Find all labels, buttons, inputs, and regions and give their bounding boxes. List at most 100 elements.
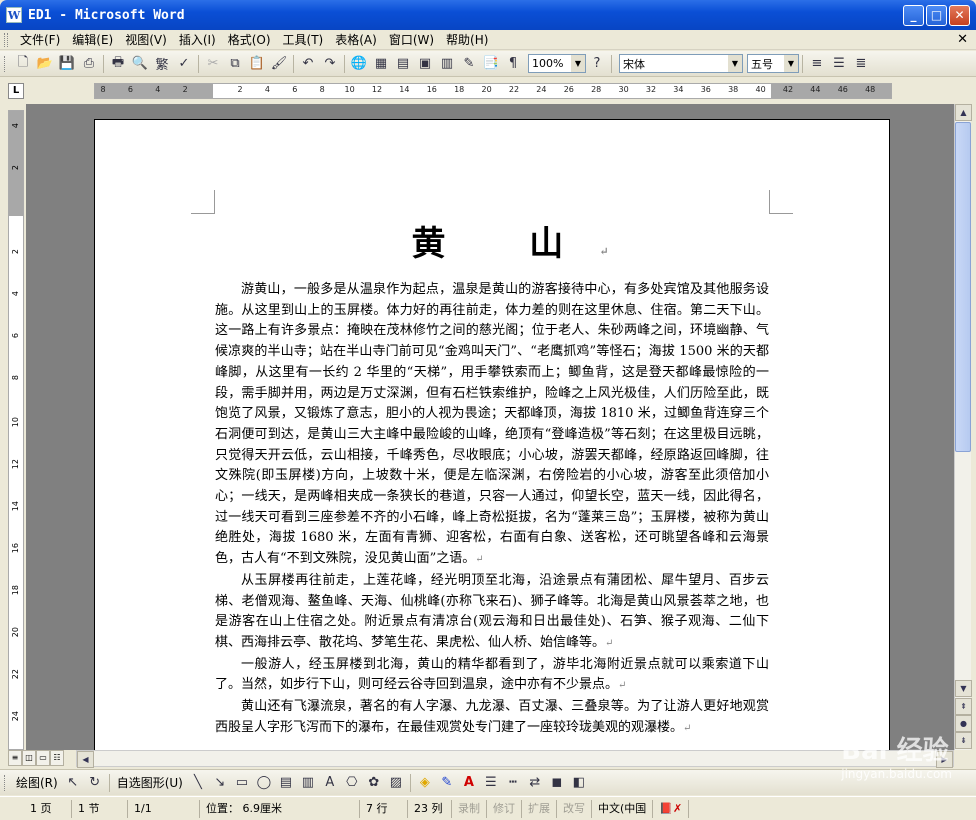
close-document-icon[interactable]: ✕: [957, 32, 968, 47]
horizontal-scrollbar[interactable]: ◀ ▶: [76, 750, 954, 768]
insert-excel-icon[interactable]: ▣: [414, 53, 436, 75]
horizontal-ruler[interactable]: 8 6 4 2 2 4 6 8 10 12 14 16 18 20 22 24 26 28 30 32 34 36 38 40…: [94, 83, 892, 99]
menu-insert[interactable]: 插入(I): [173, 30, 222, 50]
wordart-icon[interactable]: A: [319, 772, 341, 794]
status-language[interactable]: 中文(中国: [592, 799, 654, 818]
menu-edit[interactable]: 编辑(E): [66, 30, 119, 50]
menu-tools[interactable]: 工具(T): [277, 30, 330, 50]
new-document-icon[interactable]: 🗋: [12, 53, 34, 75]
insert-table-icon[interactable]: ▤: [392, 53, 414, 75]
outline-view-icon[interactable]: ☷: [50, 750, 64, 766]
menu-table[interactable]: 表格(A): [329, 30, 383, 50]
chevron-down-icon[interactable]: ▼: [784, 55, 798, 72]
status-overtype[interactable]: 改写: [557, 799, 592, 818]
chevron-down-icon[interactable]: ▼: [571, 55, 585, 72]
copy-icon[interactable]: ⧉: [224, 53, 246, 75]
status-record-macro[interactable]: 录制: [452, 799, 487, 818]
scroll-up-icon[interactable]: ▲: [955, 104, 972, 121]
3d-style-icon[interactable]: ◧: [568, 772, 590, 794]
scroll-thumb[interactable]: [955, 122, 971, 452]
redo-icon[interactable]: ↷: [319, 53, 341, 75]
drawing-icon[interactable]: ✎: [458, 53, 480, 75]
draw-menu-button[interactable]: 绘图(R): [12, 774, 62, 791]
menu-window[interactable]: 窗口(W): [383, 30, 440, 50]
vertical-scrollbar[interactable]: ▲ ▼ ⇞ ● ⇟: [954, 104, 972, 750]
word-app-icon[interactable]: W: [6, 7, 22, 23]
document-page[interactable]: 黄 山↵ 游黄山，一般多是从温泉作为起点，温泉是黄山的游客接待中心，有多处宾馆及…: [94, 119, 890, 750]
document-workspace[interactable]: 黄 山↵ 游黄山，一般多是从温泉作为起点，温泉是黄山的游客接待中心，有多处宾馆及…: [26, 104, 954, 750]
hyperlink-icon[interactable]: 🌐: [348, 53, 370, 75]
vertical-ruler[interactable]: 4 2 2 4 6 8 10 12 14 16 18 20 22 24: [8, 110, 24, 750]
font-size-select[interactable]: 五号 ▼: [747, 54, 799, 73]
title-bar[interactable]: W ED1 - Microsoft Word _ □ ✕: [0, 0, 976, 30]
scroll-down-icon[interactable]: ▼: [955, 680, 972, 697]
dash-style-icon[interactable]: ┅: [502, 772, 524, 794]
line-icon[interactable]: ╲: [187, 772, 209, 794]
format-painter-icon[interactable]: 🖌: [268, 53, 290, 75]
normal-view-icon[interactable]: ≡: [8, 750, 22, 766]
align-right-icon[interactable]: ≣: [850, 53, 872, 75]
web-layout-icon[interactable]: ◫: [22, 750, 36, 766]
text-box-icon[interactable]: ▤: [275, 772, 297, 794]
paragraph[interactable]: 从玉屏楼再往前走，上莲花峰，经光明顶至北海，沿途景点有蒲团松、犀牛望月、百步云梯…: [215, 571, 769, 655]
shadow-icon[interactable]: ◼: [546, 772, 568, 794]
line-style-icon[interactable]: ☰: [480, 772, 502, 794]
previous-page-icon[interactable]: ⇞: [955, 698, 972, 715]
paragraph[interactable]: 游黄山，一般多是从温泉作为起点，温泉是黄山的游客接待中心，有多处宾馆及其他服务设…: [215, 280, 769, 571]
spelling-status-icon[interactable]: 📕✗: [653, 799, 690, 818]
toolbar-grip[interactable]: [4, 774, 8, 791]
status-track-changes[interactable]: 修订: [487, 799, 522, 818]
help-icon[interactable]: ?: [586, 53, 608, 75]
status-extend[interactable]: 扩展: [522, 799, 557, 818]
menu-view[interactable]: 视图(V): [119, 30, 173, 50]
maximize-button[interactable]: □: [926, 5, 947, 26]
minimize-button[interactable]: _: [903, 5, 924, 26]
traditional-chinese-button[interactable]: 繁: [151, 53, 173, 75]
line-color-icon[interactable]: ✎: [436, 772, 458, 794]
chevron-down-icon[interactable]: ▼: [728, 55, 742, 72]
align-center-icon[interactable]: ☰: [828, 53, 850, 75]
arrow-style-icon[interactable]: ⇄: [524, 772, 546, 794]
undo-icon[interactable]: ↶: [297, 53, 319, 75]
diagram-icon[interactable]: ⎔: [341, 772, 363, 794]
tab-selector[interactable]: L: [8, 83, 24, 99]
clip-art-icon[interactable]: ✿: [363, 772, 385, 794]
tables-borders-icon[interactable]: ▦: [370, 53, 392, 75]
menu-format[interactable]: 格式(O): [222, 30, 277, 50]
toolbar-grip[interactable]: [4, 55, 8, 72]
scroll-left-icon[interactable]: ◀: [77, 751, 94, 768]
arrow-icon[interactable]: ↘: [209, 772, 231, 794]
columns-icon[interactable]: ▥: [436, 53, 458, 75]
print-preview-icon[interactable]: 🔍: [129, 53, 151, 75]
justify-icon[interactable]: ≡: [806, 53, 828, 75]
close-button[interactable]: ✕: [949, 5, 970, 26]
select-objects-icon[interactable]: ↖: [62, 772, 84, 794]
paragraph[interactable]: 黄山还有飞瀑流泉，著名的有人字瀑、九龙瀑、百丈瀑、三叠泉等。为了让游人更好地观赏…: [215, 697, 769, 739]
spelling-grammar-icon[interactable]: ✓: [173, 53, 195, 75]
font-color-icon[interactable]: A: [458, 772, 480, 794]
insert-picture-icon[interactable]: ▨: [385, 772, 407, 794]
vertical-text-box-icon[interactable]: ▥: [297, 772, 319, 794]
menu-help[interactable]: 帮助(H): [440, 30, 494, 50]
document-body[interactable]: 游黄山，一般多是从温泉作为起点，温泉是黄山的游客接待中心，有多处宾馆及其他服务设…: [215, 280, 769, 739]
toolbar-grip[interactable]: [4, 32, 8, 47]
rectangle-icon[interactable]: ▭: [231, 772, 253, 794]
cut-icon[interactable]: ✂: [202, 53, 224, 75]
free-rotate-icon[interactable]: ↻: [84, 772, 106, 794]
autoshapes-menu-button[interactable]: 自选图形(U): [113, 774, 187, 791]
menu-file[interactable]: 文件(F): [14, 30, 66, 50]
paragraph[interactable]: 一般游人，经玉屏楼到北海，黄山的精华都看到了，游毕北海附近景点就可以乘索道下山了…: [215, 655, 769, 697]
oval-icon[interactable]: ◯: [253, 772, 275, 794]
open-folder-icon[interactable]: 📂: [34, 53, 56, 75]
print-layout-icon[interactable]: ▭: [36, 750, 50, 766]
next-page-icon[interactable]: ⇟: [955, 732, 972, 749]
font-select[interactable]: 宋体 ▼: [619, 54, 743, 73]
document-map-icon[interactable]: 📑: [480, 53, 502, 75]
print-icon[interactable]: 🖶: [107, 53, 129, 75]
paste-icon[interactable]: 📋: [246, 53, 268, 75]
zoom-select[interactable]: 100% ▼: [528, 54, 586, 73]
document-title[interactable]: 黄 山↵: [95, 216, 889, 265]
save-icon[interactable]: 💾: [56, 53, 78, 75]
permission-icon[interactable]: ⎙: [78, 53, 100, 75]
select-browse-object-icon[interactable]: ●: [955, 715, 972, 732]
